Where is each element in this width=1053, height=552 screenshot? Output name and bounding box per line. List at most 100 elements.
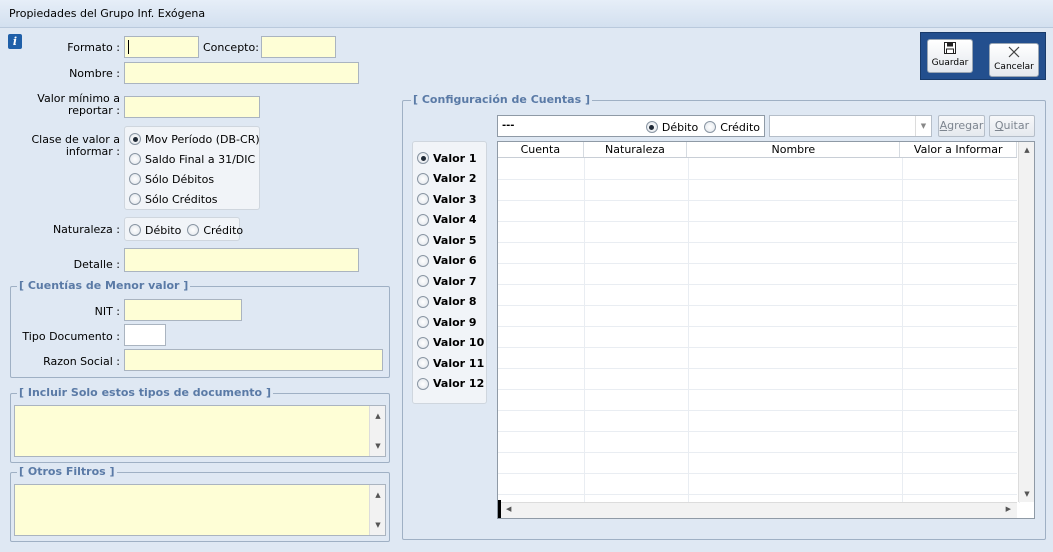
radio-button-icon[interactable] bbox=[417, 172, 429, 185]
valor-option[interactable]: Valor 3 bbox=[413, 189, 486, 210]
valor-option-label: Valor 7 bbox=[433, 274, 477, 288]
grid-column-line bbox=[688, 158, 689, 503]
grid-column-header[interactable]: Valor a Informar bbox=[900, 142, 1017, 157]
otros-filtros-textarea[interactable]: ▲ ▼ bbox=[14, 484, 386, 536]
save-button[interactable]: Guardar bbox=[927, 39, 973, 73]
text-cursor bbox=[128, 40, 129, 54]
nombre-input[interactable] bbox=[124, 62, 359, 84]
config-naturaleza-option[interactable]: Débito bbox=[645, 117, 698, 137]
incluir-textarea[interactable]: ▲ ▼ bbox=[14, 405, 386, 457]
radio-button-icon[interactable] bbox=[129, 133, 141, 145]
radio-button-icon[interactable] bbox=[417, 213, 429, 226]
cuentas-grid[interactable]: Cuenta Naturaleza Nombre Valor a Informar ▲… bbox=[497, 141, 1035, 519]
grid-vscrollbar[interactable]: ▲ ▼ bbox=[1018, 142, 1034, 502]
razon-social-input[interactable] bbox=[124, 349, 383, 371]
valor-option-label: Valor 3 bbox=[433, 192, 477, 206]
naturaleza-option[interactable]: Débito bbox=[129, 220, 181, 240]
agregar-button[interactable]: Agregar bbox=[938, 115, 985, 137]
tipo-documento-input[interactable] bbox=[124, 324, 166, 346]
valor-minimo-input[interactable] bbox=[124, 96, 260, 118]
scroll-right-arrow-icon[interactable]: ▶ bbox=[1006, 505, 1011, 513]
grid-row-line bbox=[498, 242, 1017, 243]
grid-row-line bbox=[498, 347, 1017, 348]
nit-input[interactable] bbox=[124, 299, 242, 321]
scroll-up-arrow-icon[interactable]: ▲ bbox=[1019, 146, 1035, 154]
grid-row-line bbox=[498, 473, 1017, 474]
otros-filtros-scrollbar[interactable]: ▲ ▼ bbox=[369, 485, 385, 535]
detalle-input[interactable] bbox=[124, 248, 359, 272]
grid-column-header[interactable]: Nombre bbox=[687, 142, 901, 157]
radio-button-icon[interactable] bbox=[417, 316, 429, 329]
action-toolbar: Guardar Cancelar bbox=[920, 32, 1046, 80]
radio-button-icon[interactable] bbox=[417, 275, 429, 288]
scroll-down-arrow-icon[interactable]: ▼ bbox=[370, 521, 386, 529]
incluir-scrollbar[interactable]: ▲ ▼ bbox=[369, 406, 385, 456]
scroll-down-arrow-icon[interactable]: ▼ bbox=[1019, 490, 1035, 498]
valor-option[interactable]: Valor 6 bbox=[413, 251, 486, 272]
concepto-input[interactable] bbox=[261, 36, 336, 58]
cuenta-combobox[interactable]: ▼ bbox=[769, 115, 932, 137]
save-label: Guardar bbox=[931, 58, 969, 68]
clase-option-label: Mov Período (DB-CR) bbox=[145, 132, 260, 146]
scroll-left-arrow-icon[interactable]: ◀ bbox=[506, 505, 511, 513]
quitar-accel: Q bbox=[994, 119, 1004, 132]
radio-button-icon[interactable] bbox=[417, 336, 429, 349]
radio-button-icon[interactable] bbox=[129, 193, 141, 205]
grid-hscrollbar[interactable]: ◀ ▶ bbox=[498, 500, 1017, 518]
clase-valor-label: Clase de valor a informar : bbox=[20, 134, 120, 158]
clase-option[interactable]: Mov Período (DB-CR) bbox=[129, 129, 260, 149]
valor-option[interactable]: Valor 8 bbox=[413, 292, 486, 313]
quitar-button[interactable]: Quitar bbox=[989, 115, 1035, 137]
radio-button-icon[interactable] bbox=[129, 173, 141, 185]
formato-input[interactable] bbox=[124, 36, 199, 58]
radio-button-icon[interactable] bbox=[417, 377, 429, 390]
clase-option[interactable]: Saldo Final a 31/DIC bbox=[129, 149, 255, 169]
valor-option[interactable]: Valor 4 bbox=[413, 210, 486, 231]
concepto-label: Concepto: bbox=[203, 41, 259, 54]
naturaleza-option[interactable]: Crédito bbox=[187, 220, 243, 240]
radio-button-icon[interactable] bbox=[417, 152, 429, 165]
scroll-down-arrow-icon[interactable]: ▼ bbox=[370, 442, 386, 450]
grid-row-line bbox=[498, 305, 1017, 306]
radio-button-icon[interactable] bbox=[187, 224, 200, 236]
valor-option[interactable]: Valor 1 bbox=[413, 148, 486, 169]
config-naturaleza-option[interactable]: Crédito bbox=[704, 117, 760, 137]
cancel-label: Cancelar bbox=[994, 62, 1034, 72]
valor-option[interactable]: Valor 9 bbox=[413, 312, 486, 333]
valor-option[interactable]: Valor 10 bbox=[413, 333, 486, 354]
clase-option[interactable]: Sólo Débitos bbox=[129, 169, 255, 189]
grid-column-header[interactable]: Naturaleza bbox=[584, 142, 688, 157]
radio-button-icon[interactable] bbox=[417, 193, 429, 206]
quitar-label: uitar bbox=[1003, 119, 1030, 132]
radio-button-icon[interactable] bbox=[417, 357, 429, 370]
chevron-down-icon[interactable]: ▼ bbox=[915, 116, 931, 136]
radio-button-icon[interactable] bbox=[417, 295, 429, 308]
info-icon[interactable]: i bbox=[8, 34, 22, 49]
valor-option[interactable]: Valor 2 bbox=[413, 169, 486, 190]
radio-button-icon[interactable] bbox=[417, 254, 429, 267]
floppy-disk-icon bbox=[928, 42, 972, 58]
valor-option[interactable]: Valor 5 bbox=[413, 230, 486, 251]
valor-option[interactable]: Valor 11 bbox=[413, 353, 486, 374]
radio-button-icon[interactable] bbox=[129, 153, 141, 165]
radio-button-icon[interactable] bbox=[704, 121, 717, 133]
radio-button-icon[interactable] bbox=[129, 224, 141, 236]
window-title: Propiedades del Grupo Inf. Exógena bbox=[9, 7, 206, 20]
grid-column-line bbox=[902, 158, 903, 503]
valor-option-label: Valor 12 bbox=[433, 377, 485, 391]
naturaleza-option-label: Débito bbox=[145, 223, 182, 237]
grid-column-header[interactable]: Cuenta bbox=[498, 142, 584, 157]
scroll-up-arrow-icon[interactable]: ▲ bbox=[370, 412, 386, 420]
otros-filtros-legend: [ Otros Filtros ] bbox=[17, 465, 117, 478]
radio-button-icon[interactable] bbox=[645, 121, 658, 133]
cancel-button[interactable]: Cancelar bbox=[989, 43, 1039, 77]
valor-option[interactable]: Valor 12 bbox=[413, 374, 486, 395]
valor-option-label: Valor 6 bbox=[433, 254, 477, 268]
scroll-up-arrow-icon[interactable]: ▲ bbox=[370, 491, 386, 499]
valor-option[interactable]: Valor 7 bbox=[413, 271, 486, 292]
naturaleza-option-label: Crédito bbox=[203, 223, 244, 237]
radio-button-icon[interactable] bbox=[417, 234, 429, 247]
grid-row-line bbox=[498, 431, 1017, 432]
clase-option[interactable]: Sólo Créditos bbox=[129, 189, 255, 209]
valor-minimo-label: Valor mínimo a reportar : bbox=[20, 93, 120, 117]
